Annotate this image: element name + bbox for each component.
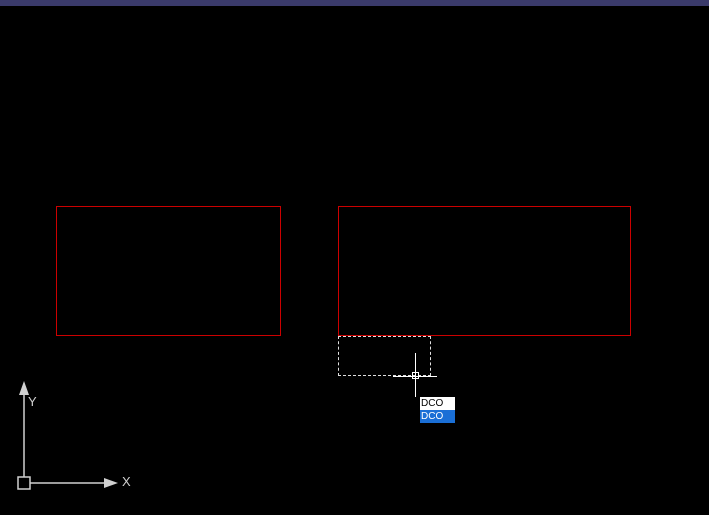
autocomplete-item-selected[interactable]: DCO (420, 410, 455, 423)
rectangle-entity[interactable] (56, 206, 281, 336)
ucs-y-label: Y (28, 394, 37, 409)
ucs-icon (12, 375, 132, 495)
command-autocomplete-list[interactable]: DCO DCO (419, 396, 456, 424)
selection-window (338, 336, 431, 376)
autocomplete-item[interactable]: DCO (420, 397, 455, 410)
rectangle-entity[interactable] (338, 206, 631, 336)
ucs-x-label: X (122, 474, 131, 489)
crosshair-pickbox (412, 372, 419, 379)
drawing-canvas[interactable]: DCO DCO Y X (0, 6, 709, 515)
